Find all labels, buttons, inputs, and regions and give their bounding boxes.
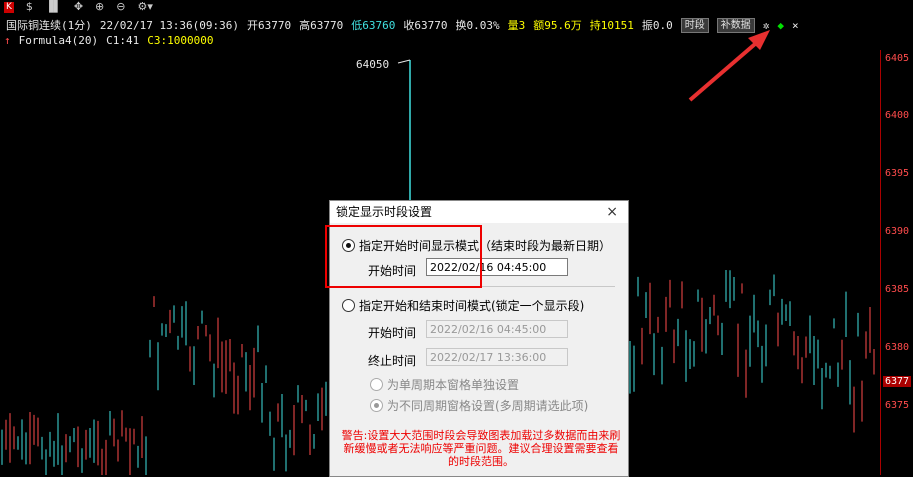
sub-option-1[interactable]: 为单周期本窗格单独设置 [370,376,519,393]
fill-data-button[interactable]: 补数据 [716,17,755,33]
volume-value: 量3 [507,19,526,32]
axis-tick: 6390 [885,226,910,237]
spike-marker [397,59,411,64]
axis-tick: 6395 [885,168,910,179]
dollar-icon[interactable]: $ [26,0,33,16]
close-value: 收63770 [403,19,448,32]
amount-value: 额95.6万 [533,19,582,32]
axis-tick: 6385 [885,284,910,295]
price-axis: 6405 6400 6395 6390 6385 6380 6377 6375 [880,50,913,475]
k-line-button[interactable]: K [4,2,14,13]
settings-wheel-icon[interactable]: ✲ [763,19,770,32]
turnover-rate-value: 换0.03% [455,19,500,32]
open-value: 开63770 [246,19,292,32]
start-time-input-2[interactable]: 2022/02/16 04:45:00 [426,320,568,338]
last-price-badge: 6377 [883,376,912,387]
quote-info-row: 国际铜连续(1分) 22/02/17 13:36(09:36) 开63770 高… [0,16,913,34]
formula-c1: C1:41 [106,34,140,47]
datetime-label: 22/02/17 13:36(09:36) [99,18,239,32]
close-chart-icon[interactable]: × [792,19,799,32]
formula-row: ↑ Formula4(20) C1:41 C3:1000000 [4,34,213,50]
mode2-option[interactable]: 指定开始和结束时间模式(锁定一个显示段) [342,297,584,314]
sub-option-2-radio[interactable] [370,399,383,412]
low-value: 低63760 [351,19,396,32]
zoom-in-icon[interactable]: ⊕ [95,0,104,16]
mode2-radio[interactable] [342,299,355,312]
axis-tick: 6405 [885,53,910,64]
gear-icon[interactable]: ⚙▾ [137,0,152,16]
dialog-title-bar: 锁定显示时段设置 × [330,201,628,223]
axis-tick: 6380 [885,342,910,353]
spike-price-label: 64050 [356,58,390,71]
start-label-2: 开始时间 [368,326,417,340]
dialog-title: 锁定显示时段设置 [336,205,433,219]
sub-option-1-label[interactable]: 为单周期本窗格单独设置 [387,376,519,393]
end-label: 终止时间 [368,354,417,368]
symbol-label: 国际铜连续(1分) [6,19,92,32]
formula-arrow-icon[interactable]: ↑ [4,34,11,50]
formula-c3: C3:1000000 [147,34,214,47]
mode2-label[interactable]: 指定开始和结束时间模式(锁定一个显示段) [359,297,584,314]
amplitude-value: 振0.0 [641,19,673,32]
zoom-out-icon[interactable]: ⊖ [116,0,125,16]
high-value: 高63770 [299,19,344,32]
sub-option-2[interactable]: 为不同周期窗格设置(多周期请选此项) [370,397,588,414]
toolbar: K $ ▐▌ ✥ ⊕ ⊖ ⚙▾ [0,0,913,16]
end-time-input[interactable]: 2022/02/17 13:36:00 [426,348,568,366]
sub-option-1-radio[interactable] [370,378,383,391]
formula-name[interactable]: Formula4(20) [19,34,98,50]
period-button[interactable]: 时段 [680,17,709,33]
crosshair-icon[interactable]: ✥ [74,0,83,16]
sub-option-2-label[interactable]: 为不同周期窗格设置(多周期请选此项) [387,397,588,414]
warning-text: 警告:设置大大范围时段会导致图表加载过多数据而由来刷新缓慢或者无法响应等严重问题… [341,429,621,468]
close-icon[interactable]: × [606,201,618,223]
position-value: 持10151 [589,19,634,32]
highlight-box [325,225,482,288]
axis-tick: 6400 [885,110,910,121]
toolbar-icons: K $ ▐▌ ✥ ⊕ ⊖ ⚙▾ [0,0,153,16]
axis-tick: 6375 [885,400,910,411]
status-diamond-icon[interactable]: ◆ [777,19,784,32]
bars-icon[interactable]: ▐▌ [45,0,62,16]
